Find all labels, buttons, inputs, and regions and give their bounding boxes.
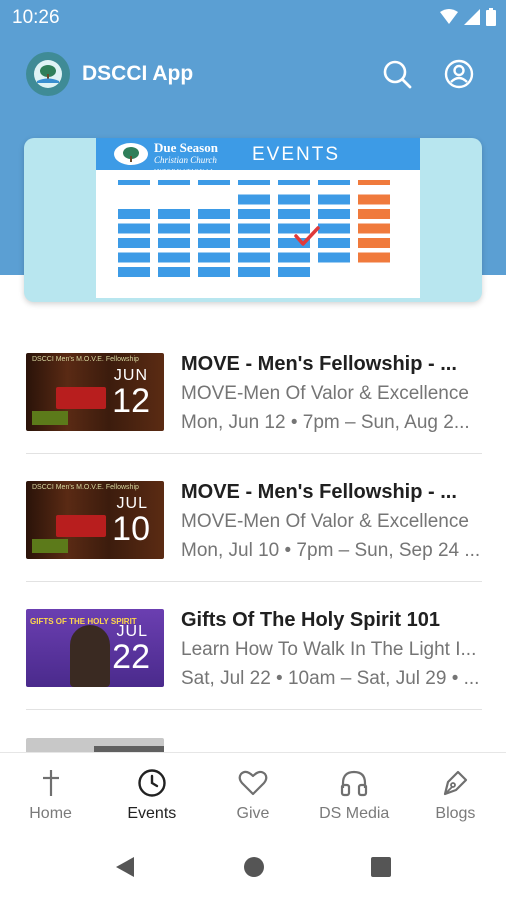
status-bar: 10:26 bbox=[0, 0, 506, 36]
list-item[interactable]: GIFTS OF THE HOLY SPIRIT JUL 22 Gifts Of… bbox=[0, 582, 506, 710]
divider bbox=[26, 709, 482, 710]
status-time: 10:26 bbox=[12, 7, 60, 28]
profile-button[interactable] bbox=[441, 56, 477, 92]
nav-blogs[interactable]: Blogs bbox=[405, 753, 506, 830]
headphones-icon bbox=[338, 767, 370, 799]
event-thumbnail: DSCCI Men's M.O.V.E. Fellowship JUL 10 bbox=[26, 481, 164, 559]
cross-icon bbox=[35, 767, 67, 799]
event-date: Mon, Jul 10 • 7pm – Sun, Sep 24 ... bbox=[181, 540, 481, 561]
status-icons bbox=[440, 8, 496, 26]
recents-square-icon bbox=[371, 857, 391, 877]
event-thumbnail: GIFTS OF THE HOLY SPIRIT JUL 22 bbox=[26, 609, 164, 687]
list-item[interactable]: DSCCI Men's M.O.V.E. Fellowship JUN 12 M… bbox=[0, 326, 506, 454]
event-subtitle: Learn How To Walk In The Light I... bbox=[181, 639, 477, 660]
signal-icon bbox=[464, 9, 480, 25]
app-title: DSCCI App bbox=[82, 62, 194, 85]
wifi-icon bbox=[440, 9, 458, 24]
banner-heading: EVENTS bbox=[252, 144, 341, 165]
event-title: Gifts Of The Holy Spirit 101 bbox=[181, 609, 440, 631]
nav-home[interactable]: Home bbox=[0, 753, 101, 830]
app-logo bbox=[26, 52, 70, 96]
list-item[interactable]: DSCCI Men's M.O.V.E. Fellowship JUL 10 M… bbox=[0, 454, 506, 582]
events-banner: Due Season Christian Church INTERNATIONA… bbox=[24, 138, 482, 302]
calendar-header: Due Season Christian Church INTERNATIONA… bbox=[96, 138, 420, 175]
event-title: MOVE - Men's Fellowship - ... bbox=[181, 481, 457, 503]
calendar-grid bbox=[118, 180, 390, 277]
search-icon bbox=[383, 60, 412, 89]
back-button[interactable] bbox=[110, 852, 140, 882]
event-thumbnail: DSCCI Men's M.O.V.E. Fellowship JUN 12 bbox=[26, 353, 164, 431]
event-date: Mon, Jun 12 • 7pm – Sun, Aug 2... bbox=[181, 412, 470, 433]
nav-ds-media[interactable]: DS Media bbox=[304, 753, 405, 830]
home-circle-icon bbox=[244, 857, 264, 877]
nav-give[interactable]: Give bbox=[202, 753, 303, 830]
nav-events[interactable]: Events bbox=[101, 753, 202, 830]
home-button[interactable] bbox=[239, 852, 269, 882]
event-date: Sat, Jul 22 • 10am – Sat, Jul 29 • ... bbox=[181, 668, 480, 689]
pen-icon bbox=[439, 767, 471, 799]
recents-button[interactable] bbox=[366, 852, 396, 882]
church-logo-icon bbox=[114, 143, 148, 165]
church-logo-icon bbox=[34, 60, 62, 88]
account-icon bbox=[444, 59, 474, 89]
back-triangle-icon bbox=[116, 857, 134, 877]
search-button[interactable] bbox=[379, 56, 415, 92]
calendar-graphic: Due Season Christian Church INTERNATIONA… bbox=[96, 138, 420, 298]
app-bar: DSCCI App bbox=[0, 48, 506, 104]
heart-icon bbox=[237, 767, 269, 799]
event-subtitle: MOVE-Men Of Valor & Excellence bbox=[181, 383, 469, 404]
clock-icon bbox=[136, 767, 168, 799]
battery-icon bbox=[486, 8, 496, 26]
bottom-nav: Home Events Give DS Media Blogs bbox=[0, 752, 506, 830]
events-list: DSCCI Men's M.O.V.E. Fellowship JUN 12 M… bbox=[0, 326, 506, 710]
event-title: MOVE - Men's Fellowship - ... bbox=[181, 353, 457, 375]
system-nav-bar bbox=[0, 830, 506, 900]
event-subtitle: MOVE-Men Of Valor & Excellence bbox=[181, 511, 469, 532]
